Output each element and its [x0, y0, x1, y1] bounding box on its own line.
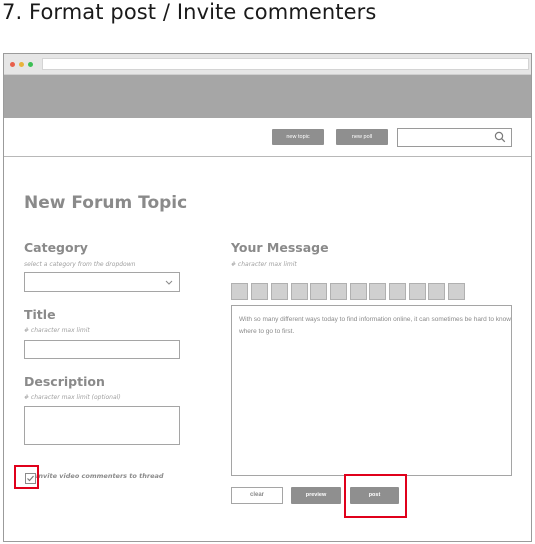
invite-checkbox-label: Invite video commenters to thread: [36, 472, 164, 480]
instruction-heading: 7. Format post / Invite commenters: [2, 0, 377, 24]
description-hint: # character max limit (optional): [24, 394, 121, 401]
format-toolbar-button[interactable]: [448, 283, 465, 300]
search-icon[interactable]: [494, 131, 506, 143]
search-input[interactable]: [397, 128, 512, 147]
message-hint: # character max limit: [231, 261, 297, 268]
title-hint: # character max limit: [24, 327, 90, 334]
format-toolbar-button[interactable]: [330, 283, 347, 300]
format-toolbar-button[interactable]: [428, 283, 445, 300]
category-hint: select a category from the dropdown: [24, 261, 136, 268]
new-topic-button[interactable]: new topic: [272, 129, 324, 145]
format-toolbar-button[interactable]: [409, 283, 426, 300]
format-toolbar-button[interactable]: [350, 283, 367, 300]
description-textarea[interactable]: [24, 406, 180, 445]
format-toolbar-button[interactable]: [251, 283, 268, 300]
maximize-dot-icon[interactable]: [28, 62, 33, 67]
format-toolbar-button[interactable]: [310, 283, 327, 300]
address-bar[interactable]: [42, 58, 529, 70]
close-dot-icon[interactable]: [10, 62, 15, 67]
message-body: With so many different ways today to fin…: [239, 316, 511, 335]
category-dropdown[interactable]: [24, 272, 180, 292]
post-button-highlight-box: [344, 474, 407, 518]
title-label: Title: [24, 307, 56, 322]
checkbox-highlight-box: [14, 465, 39, 489]
preview-button[interactable]: preview: [291, 487, 341, 504]
format-toolbar-button[interactable]: [271, 283, 288, 300]
message-textarea[interactable]: With so many different ways today to fin…: [231, 305, 512, 476]
category-label: Category: [24, 240, 88, 255]
chevron-down-icon[interactable]: [165, 280, 173, 286]
browser-window: new topic new poll New Forum Topic Categ…: [3, 53, 532, 542]
new-poll-button[interactable]: new poll: [336, 129, 388, 145]
page-title: New Forum Topic: [24, 193, 188, 213]
format-toolbar-button[interactable]: [369, 283, 386, 300]
description-label: Description: [24, 374, 105, 389]
minimize-dot-icon[interactable]: [19, 62, 24, 67]
clear-button[interactable]: clear: [231, 487, 283, 504]
title-input[interactable]: [24, 340, 180, 359]
browser-chrome: [4, 54, 531, 75]
format-toolbar-button[interactable]: [291, 283, 308, 300]
format-toolbar-button[interactable]: [389, 283, 406, 300]
format-toolbar-button[interactable]: [231, 283, 248, 300]
site-banner: [4, 75, 531, 118]
message-label: Your Message: [231, 240, 329, 255]
